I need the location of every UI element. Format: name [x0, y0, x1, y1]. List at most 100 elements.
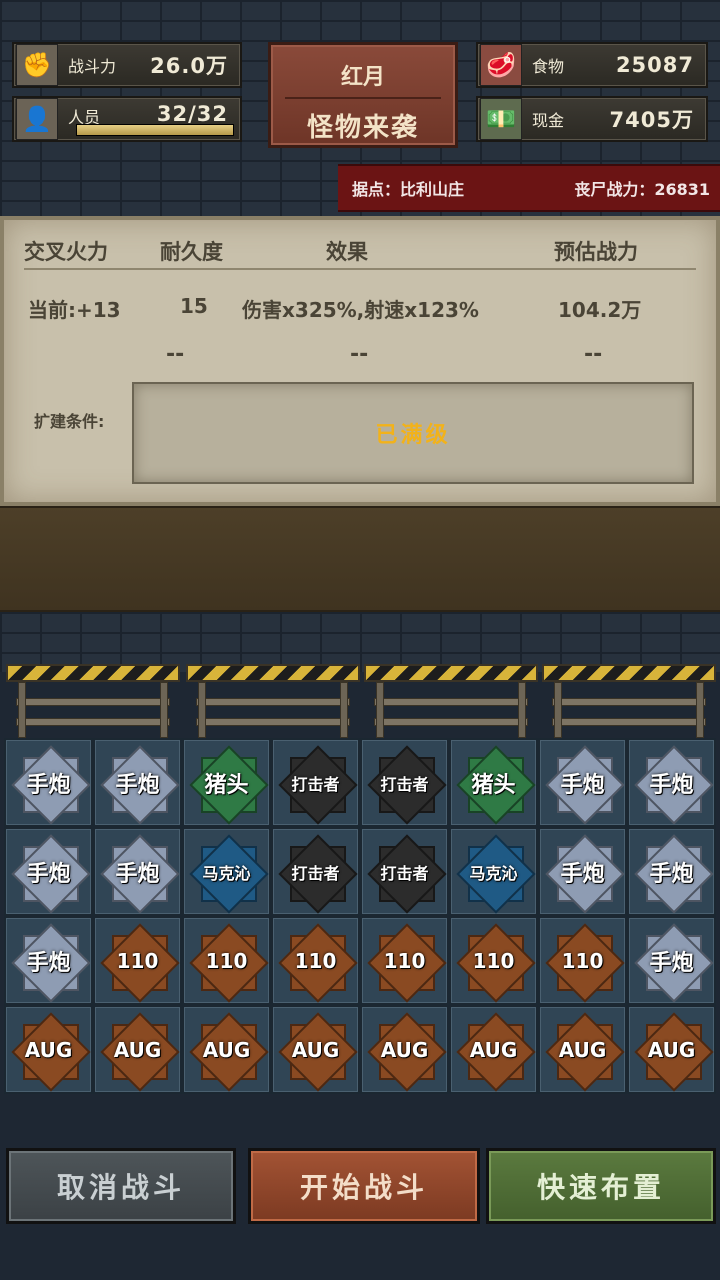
weapon-badge-silver: 手炮 [636, 747, 708, 819]
grid-slot[interactable]: 手炮 [93, 827, 182, 916]
grid-slot[interactable]: 110 [538, 916, 627, 1005]
weapon-badge-silver: 手炮 [547, 836, 619, 908]
grid-slot[interactable]: AUG [4, 1005, 93, 1094]
weapon-label: 110 [472, 948, 515, 973]
weapon-badge-green: 猪头 [191, 747, 263, 819]
personnel-bar-fill [77, 125, 233, 135]
weapon-label: AUG [113, 1037, 162, 1062]
weapon-label: AUG [380, 1037, 429, 1062]
weapon-badge-bronze: AUG [636, 1014, 708, 1086]
grid-slot[interactable]: 马克沁 [182, 827, 271, 916]
weapon-label: 手炮 [26, 772, 71, 798]
header-durability: 耐久度 [160, 240, 223, 264]
grid-slot[interactable]: 手炮 [627, 827, 716, 916]
weapon-label: AUG [558, 1037, 607, 1062]
next-estimate: -- [584, 342, 603, 367]
weapon-badge-bronze: 110 [458, 925, 530, 997]
grid-slot[interactable]: 手炮 [4, 738, 93, 827]
start-battle-button[interactable]: 开始战斗 [248, 1148, 480, 1224]
grid-slot[interactable]: 打击者 [360, 738, 449, 827]
combat-power-stat: ✊ 战斗力 26.0万 [12, 42, 242, 88]
cash-value: 7405万 [609, 108, 694, 132]
quick-deploy-button[interactable]: 快速布置 [486, 1148, 716, 1224]
grid-slot[interactable]: 手炮 [627, 916, 716, 1005]
weapon-label: 110 [383, 948, 426, 973]
grid-slot[interactable]: AUG [538, 1005, 627, 1094]
weapon-label: 手炮 [115, 772, 160, 798]
weapon-badge-bronze: 110 [369, 925, 441, 997]
cancel-battle-button[interactable]: 取消战斗 [6, 1148, 236, 1224]
grid-slot[interactable]: AUG [449, 1005, 538, 1094]
weapon-label: AUG [647, 1037, 696, 1062]
weapon-badge-blue: 马克沁 [458, 836, 530, 908]
weapon-badge-bronze: AUG [280, 1014, 352, 1086]
grid-slot[interactable]: AUG [93, 1005, 182, 1094]
zombie-power: 丧尸战力：26831 [574, 180, 710, 199]
weapon-badge-black: 打击者 [369, 836, 441, 908]
header-estimate: 预估战力 [554, 240, 638, 264]
grid-slot[interactable]: 手炮 [4, 827, 93, 916]
grid-slot[interactable]: 猪头 [182, 738, 271, 827]
condition-value: 已满级 [375, 423, 451, 448]
fist-icon: ✊ [16, 44, 58, 86]
weapon-badge-bronze: AUG [369, 1014, 441, 1086]
barricade [6, 664, 180, 738]
weapon-badge-black: 打击者 [369, 747, 441, 819]
event-sign[interactable]: 红月 怪物来袭 [268, 42, 458, 148]
personnel-value: 32/32 [156, 102, 228, 126]
weapon-badge-silver: 手炮 [13, 836, 85, 908]
grid-slot[interactable]: AUG [627, 1005, 716, 1094]
barricade [364, 664, 538, 738]
weapon-label: 手炮 [560, 861, 605, 887]
grid-slot[interactable]: 手炮 [4, 916, 93, 1005]
weapon-label: 手炮 [560, 772, 605, 798]
food-label: 食物 [532, 57, 565, 76]
grid-slot[interactable]: 110 [360, 916, 449, 1005]
grid-slot[interactable]: 手炮 [93, 738, 182, 827]
person-icon: 👤 [16, 98, 58, 140]
cash-label: 现金 [532, 111, 565, 130]
grid-slot[interactable]: 打击者 [271, 738, 360, 827]
grid-slot[interactable]: 马克沁 [449, 827, 538, 916]
grid-slot[interactable]: 110 [271, 916, 360, 1005]
grid-slot[interactable]: 手炮 [538, 738, 627, 827]
grid-slot[interactable]: AUG [182, 1005, 271, 1094]
grid-slot[interactable]: AUG [360, 1005, 449, 1094]
meat-icon: 🥩 [480, 44, 522, 86]
weapon-label: 猪头 [204, 772, 249, 798]
event-sign-line1: 红月 [340, 65, 385, 90]
combat-power-value: 26.0万 [150, 54, 228, 78]
weapon-label: 打击者 [380, 863, 429, 883]
grid-slot[interactable]: 110 [449, 916, 538, 1005]
grid-slot[interactable]: AUG [271, 1005, 360, 1094]
weapon-label: 110 [116, 948, 159, 973]
cash-icon: 💵 [480, 98, 522, 140]
weapon-badge-silver: 手炮 [636, 836, 708, 908]
weapon-badge-bronze: 110 [191, 925, 263, 997]
current-durability: 15 [180, 294, 208, 318]
weapon-label: 手炮 [26, 950, 71, 976]
weapon-label: 110 [561, 948, 604, 973]
weapon-badge-blue: 马克沁 [191, 836, 263, 908]
grid-slot[interactable]: 打击者 [271, 827, 360, 916]
condition-label: 扩建条件: [34, 412, 105, 431]
grid-slot[interactable]: 打击者 [360, 827, 449, 916]
weapon-badge-silver: 手炮 [13, 925, 85, 997]
weapon-badge-silver: 手炮 [13, 747, 85, 819]
grid-slot[interactable]: 110 [93, 916, 182, 1005]
current-level: 当前:+13 [28, 298, 121, 322]
grid-slot[interactable]: 手炮 [538, 827, 627, 916]
weapon-badge-black: 打击者 [280, 836, 352, 908]
grid-slot[interactable]: 猪头 [449, 738, 538, 827]
weapon-badge-silver: 手炮 [636, 925, 708, 997]
header-crossfire: 交叉火力 [24, 240, 108, 264]
weapon-badge-silver: 手炮 [102, 747, 174, 819]
current-effect: 伤害x325%,射速x123% [242, 298, 479, 322]
weapon-badge-silver: 手炮 [547, 747, 619, 819]
weapon-label: 手炮 [649, 772, 694, 798]
brown-divider-strip [0, 506, 720, 612]
weapon-label: 打击者 [291, 774, 340, 794]
weapon-badge-green: 猪头 [458, 747, 530, 819]
grid-slot[interactable]: 手炮 [627, 738, 716, 827]
grid-slot[interactable]: 110 [182, 916, 271, 1005]
